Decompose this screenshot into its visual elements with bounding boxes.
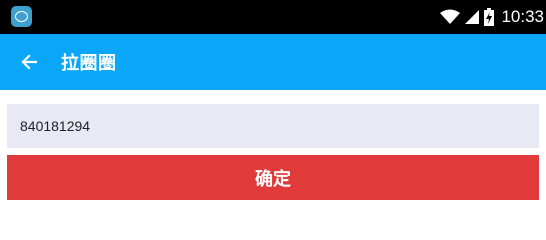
app-bar: 拉圈圈	[0, 34, 546, 90]
status-bar: 10:33	[0, 0, 546, 34]
confirm-button[interactable]: 确定	[7, 155, 539, 200]
wifi-icon	[440, 9, 461, 24]
back-arrow-icon[interactable]	[21, 54, 37, 70]
number-input[interactable]	[7, 104, 539, 148]
cell-signal-icon	[465, 10, 480, 24]
status-time: 10:33	[501, 7, 544, 26]
status-icons: 10:33	[440, 0, 546, 34]
page-title: 拉圈圈	[61, 53, 117, 74]
battery-icon	[484, 8, 495, 26]
app-notification-icon	[11, 6, 32, 27]
input-container	[7, 104, 539, 148]
